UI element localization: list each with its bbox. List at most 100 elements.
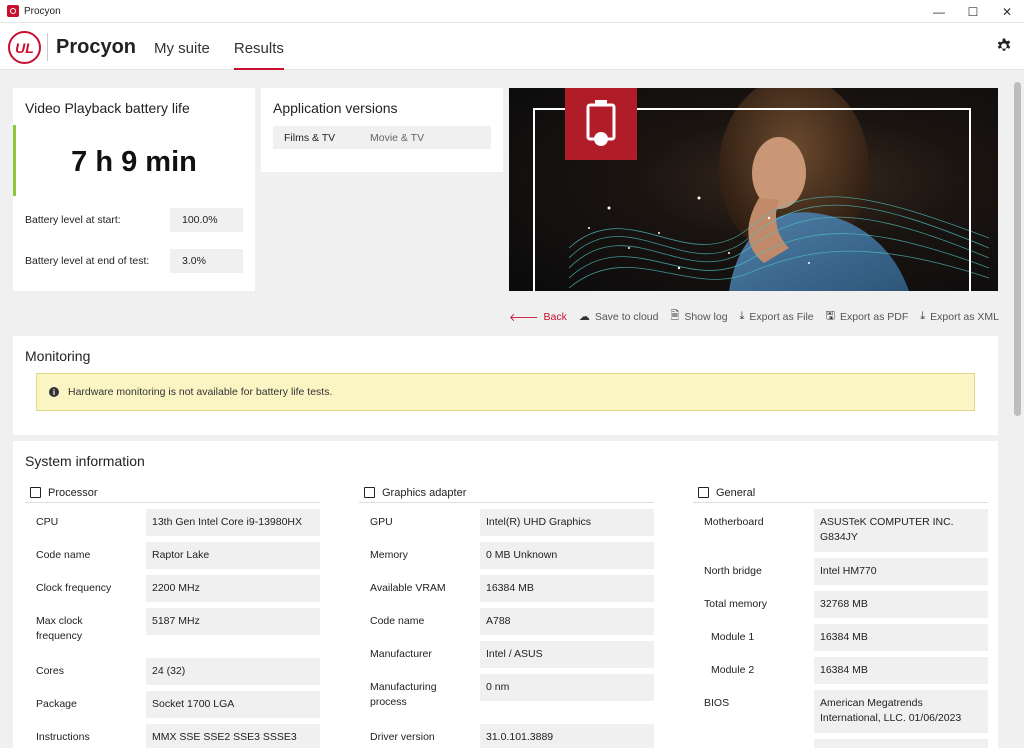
row-key: North bridge: [704, 565, 762, 577]
app-header: UL Procyon My suite Results: [0, 23, 1024, 70]
row-key: Total memory: [704, 598, 768, 610]
row-value: 0 MB Unknown: [480, 542, 654, 569]
scrollbar-thumb[interactable]: [1014, 82, 1021, 416]
row-value: 13th Gen Intel Core i9-13980HX: [146, 509, 320, 536]
vertical-scrollbar[interactable]: [1011, 70, 1024, 748]
row-value: 16384 MB: [814, 657, 988, 684]
row-key: Code name: [370, 615, 425, 627]
tab-results[interactable]: Results: [233, 40, 284, 70]
window-titlebar: Procyon — ☐ ✕: [0, 0, 1024, 23]
procyon-app-icon: [7, 5, 19, 17]
row-value: 5187 MHz: [146, 608, 320, 635]
export-pdf-button[interactable]: 🖫 Export as PDF: [826, 307, 909, 326]
show-log-label: Show log: [684, 310, 728, 323]
result-score: 7 h 9 min: [71, 146, 197, 178]
battery-end-value: 3.0%: [170, 249, 243, 273]
sysinfo-title: System information: [25, 453, 145, 469]
versions-title: Application versions: [273, 100, 398, 116]
main-nav: My suite Results: [154, 40, 284, 70]
show-log-button[interactable]: 🗎 Show log: [670, 307, 727, 326]
row-key: Package: [36, 698, 77, 710]
battery-end-label: Battery level at end of test:: [25, 255, 150, 267]
row-key: Max clock frequency: [36, 615, 83, 642]
row-key: Driver version: [370, 731, 435, 743]
row-value: Intel / ASUS: [480, 641, 654, 668]
row-value-partial: [814, 739, 988, 748]
export-pdf-label: Export as PDF: [840, 310, 909, 323]
minimize-button[interactable]: —: [922, 0, 956, 23]
row-key: Manufacturer: [370, 648, 432, 660]
export-file-button[interactable]: ⤓ Export as File: [740, 307, 814, 326]
gear-icon[interactable]: [996, 38, 1012, 59]
monitoring-alert: i Hardware monitoring is not available f…: [36, 373, 975, 411]
row-key: Code name: [36, 549, 91, 561]
result-title: Video Playback battery life: [25, 100, 190, 116]
row-key: Cores: [36, 665, 65, 677]
row-value: 2200 MHz: [146, 575, 320, 602]
close-button[interactable]: ✕: [990, 0, 1024, 23]
result-card: Video Playback battery life 7 h 9 min Ba…: [13, 88, 255, 291]
graphics-header: Graphics adapter: [359, 483, 654, 503]
row-value: 31.0.101.3889: [480, 724, 654, 748]
back-label: Back: [543, 310, 567, 323]
row-key: Motherboard: [704, 516, 764, 528]
row-value: A788: [480, 608, 654, 635]
battery-start-label: Battery level at start:: [25, 214, 121, 226]
maximize-button[interactable]: ☐: [956, 0, 990, 23]
export-xml-label: Export as XML: [930, 310, 1000, 323]
row-value: American Megatrends International, LLC. …: [814, 690, 988, 733]
general-header: General: [693, 483, 988, 503]
window-controls: — ☐ ✕: [922, 0, 1024, 23]
app-name: Films & TV: [284, 131, 336, 144]
battery-icon: [565, 88, 637, 160]
arrow-left-icon: 🡐: [509, 311, 539, 324]
hero-image: [509, 88, 998, 291]
row-value: MMX SSE SSE2 SSE3 SSSE3 SSE41: [146, 724, 320, 748]
export-xml-button[interactable]: ⤓ Export as XML: [920, 307, 999, 326]
app-version: Movie & TV: [370, 131, 425, 144]
window-title: Procyon: [24, 5, 61, 17]
processor-title: Processor: [48, 486, 98, 499]
cpu-chip-icon: [30, 487, 41, 498]
brand-name: Procyon: [56, 36, 137, 58]
result-actions: 🡐 Back ☁ Save to cloud 🗎 Show log ⤓ Export a…: [509, 307, 1011, 326]
tab-my-suite[interactable]: My suite: [154, 40, 210, 70]
row-value: 32768 MB: [814, 591, 988, 618]
row-value: Intel(R) UHD Graphics: [480, 509, 654, 536]
row-value: 16384 MB: [814, 624, 988, 651]
processor-column: Processor CPU 13th Gen Intel Core i9-1398…: [25, 483, 320, 748]
row-key: GPU: [370, 516, 393, 528]
download-icon: ⤓: [739, 310, 745, 322]
row-key: Memory: [370, 549, 408, 561]
download-icon: ⤓: [920, 310, 926, 322]
monitoring-title: Monitoring: [25, 348, 91, 364]
export-file-label: Export as File: [749, 310, 814, 323]
row-key: Available VRAM: [370, 582, 446, 594]
battery-start-value: 100.0%: [170, 208, 243, 232]
save-to-cloud-button[interactable]: ☁ Save to cloud: [579, 307, 659, 326]
row-key: BIOS: [704, 697, 730, 709]
row-key: Instructions: [36, 731, 90, 743]
monitoring-alert-text: Hardware monitoring is not available for…: [68, 386, 333, 398]
row-key: Module 1: [711, 631, 755, 643]
graphics-title: Graphics adapter: [382, 486, 467, 499]
brand-divider: [47, 33, 48, 61]
window-icon: [698, 487, 709, 498]
row-value: 0 nm: [480, 674, 654, 701]
general-column: General Motherboard ASUSTeK COMPUTER INC.…: [693, 483, 988, 748]
row-key: Module 2: [711, 664, 755, 676]
version-row: Films & TV Movie & TV: [273, 126, 491, 149]
row-value: 24 (32): [146, 658, 320, 685]
monitor-icon: [364, 487, 375, 498]
row-value: ASUSTeK COMPUTER INC. G834JY: [814, 509, 988, 552]
row-key: CPU: [36, 516, 59, 528]
graphics-column: Graphics adapter GPU Intel(R) UHD Graphic…: [359, 483, 654, 748]
document-icon: 🗎: [670, 310, 680, 322]
ul-logo: UL: [8, 31, 41, 64]
row-value: Intel HM770: [814, 558, 988, 585]
back-button[interactable]: 🡐 Back: [509, 307, 567, 326]
save-to-cloud-label: Save to cloud: [594, 310, 659, 323]
row-key: Clock frequency: [36, 582, 112, 594]
cloud-upload-icon: ☁: [578, 311, 590, 323]
row-value: Raptor Lake: [146, 542, 320, 569]
